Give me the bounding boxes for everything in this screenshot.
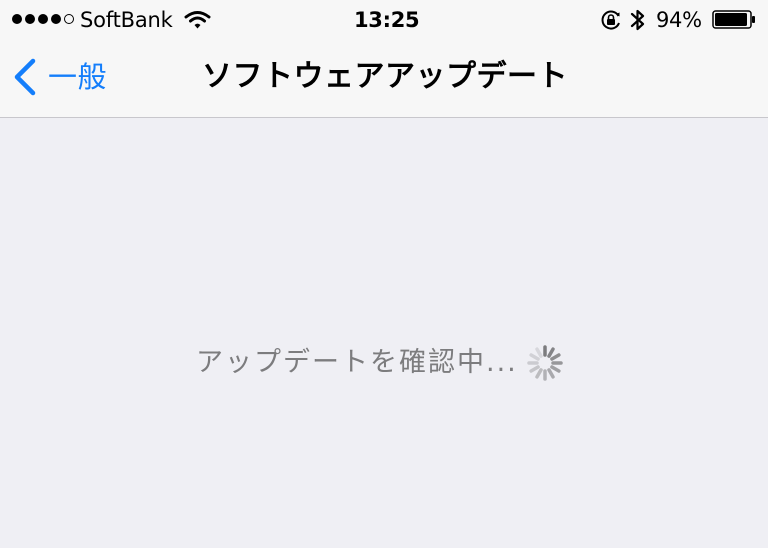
checking-status-text: アップデートを確認中... <box>196 347 518 378</box>
battery-icon <box>712 10 755 29</box>
signal-dot <box>51 14 61 24</box>
status-time: 13:25 <box>354 8 420 32</box>
chevron-left-icon <box>14 58 36 96</box>
navigation-bar: 一般 ソフトウェアアップデート <box>0 40 768 118</box>
signal-strength-icon <box>12 12 74 26</box>
status-bar: SoftBank 13:25 94% <box>0 0 768 40</box>
back-button[interactable]: 一般 <box>12 56 130 98</box>
signal-dot <box>64 14 74 24</box>
battery-fill <box>715 13 747 26</box>
signal-dot <box>38 14 48 24</box>
orientation-lock-icon <box>601 10 620 30</box>
carrier-name: SoftBank <box>80 8 173 32</box>
back-button-label: 一般 <box>48 60 108 94</box>
update-check-status: アップデートを確認中... <box>196 343 564 383</box>
signal-dot <box>12 14 22 24</box>
battery-percentage: 94% <box>656 8 702 32</box>
bluetooth-icon <box>630 9 645 31</box>
page-title: ソフトウェアアップデート <box>202 59 568 94</box>
signal-dot <box>25 14 35 24</box>
spinner-icon <box>527 345 563 381</box>
main-content: アップデートを確認中... <box>0 118 768 548</box>
wifi-icon <box>184 11 211 29</box>
